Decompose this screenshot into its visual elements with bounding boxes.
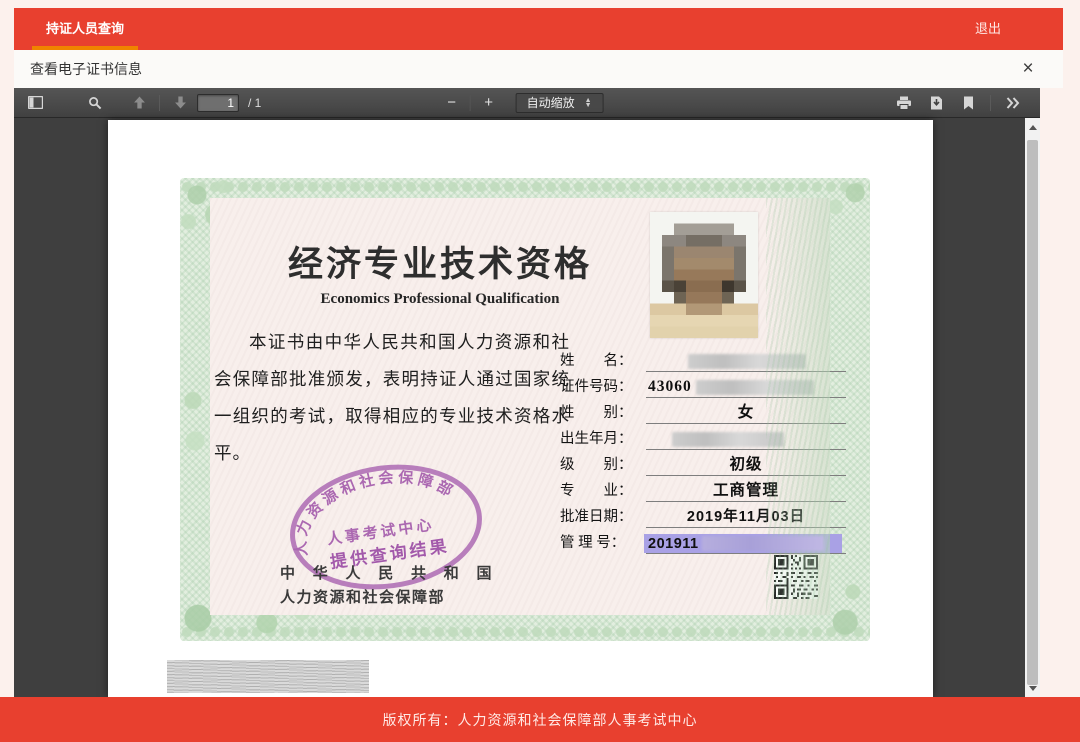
download-icon[interactable] [923, 91, 949, 115]
vertical-scrollbar [1025, 118, 1040, 697]
field-major: 专 业： 工商管理 [560, 476, 846, 502]
field-id-number: 证件号码： 43060 [560, 372, 846, 398]
search-icon[interactable] [82, 91, 108, 115]
sidebar-toggle-icon[interactable] [22, 91, 48, 115]
sub-header: 查看电子证书信息 × [14, 50, 1063, 88]
field-management-number: 管 理 号： 201911 [560, 528, 846, 554]
tab-certificate-holder-query[interactable]: 持证人员查询 [32, 8, 138, 50]
close-icon[interactable]: × [1017, 58, 1039, 80]
certificate-title: 经济专业技术资格 [250, 236, 630, 287]
scrollbar-thumb[interactable] [1027, 140, 1038, 685]
zoom-in-button[interactable]: + [478, 94, 500, 111]
redacted-value [702, 536, 824, 551]
zoom-mode-value: 自动缩放 [527, 94, 575, 111]
pdf-toolbar: / 1 − + 自动缩放 ▲▼ [14, 88, 1040, 118]
certificate-subtitle: Economics Professional Qualification [250, 291, 630, 308]
zoom-out-button[interactable]: − [441, 94, 463, 111]
zoom-mode-select[interactable]: 自动缩放 ▲▼ [516, 93, 604, 113]
more-tools-icon[interactable] [1000, 91, 1026, 115]
certificate-inner: 经济专业技术资格 Economics Professional Qualific… [210, 198, 830, 615]
field-name: 姓 名： [560, 346, 846, 372]
field-birth-date: 出生年月： [560, 424, 846, 450]
redacted-value [696, 380, 814, 395]
page-total-label: / 1 [248, 96, 261, 110]
pdf-page: 经济专业技术资格 Economics Professional Qualific… [108, 120, 933, 697]
page-title: 查看电子证书信息 [30, 50, 142, 88]
issuer-ministry: 人力资源和社会保障部 [280, 586, 499, 607]
logout-button[interactable]: 退出 [975, 8, 1001, 50]
bookmark-icon[interactable] [955, 91, 981, 115]
field-approval-date: 批准日期： 2019年11月03日 [560, 502, 846, 528]
redacted-value [688, 354, 806, 369]
pdf-viewer: / 1 − + 自动缩放 ▲▼ [14, 88, 1040, 697]
scroll-down-icon[interactable] [1025, 681, 1040, 696]
page-down-icon[interactable] [167, 91, 193, 115]
app-footer: 版权所有：人力资源和社会保障部人事考试中心 [0, 697, 1080, 742]
redacted-footnote [167, 660, 369, 693]
issuer-country: 中 华 人 民 共 和 国 [280, 562, 499, 583]
redacted-value [672, 432, 784, 447]
issuer-block: 中 华 人 民 共 和 国 人力资源和社会保障部 [280, 562, 499, 607]
select-spinner-icon: ▲▼ [585, 98, 592, 108]
field-level: 级 别： 初级 [560, 450, 846, 476]
field-gender: 性 别： 女 [560, 398, 846, 424]
qr-code [774, 555, 818, 599]
certificate-fields: 姓 名： 证件号码： 43060 性 别： 女 [560, 346, 846, 554]
certificate: 经济专业技术资格 Economics Professional Qualific… [180, 178, 870, 641]
print-icon[interactable] [891, 91, 917, 115]
scroll-up-icon[interactable] [1025, 120, 1040, 135]
page-number-input[interactable] [197, 94, 239, 112]
portrait-photo [650, 212, 758, 338]
certificate-body-text: 本证书由中华人民共和国人力资源和社会保障部批准颁发，表明持证人通过国家统一组织的… [214, 324, 570, 472]
app-header: 持证人员查询 退出 [14, 8, 1063, 50]
page-up-icon[interactable] [126, 91, 152, 115]
copyright-text: 版权所有：人力资源和社会保障部人事考试中心 [383, 710, 698, 730]
